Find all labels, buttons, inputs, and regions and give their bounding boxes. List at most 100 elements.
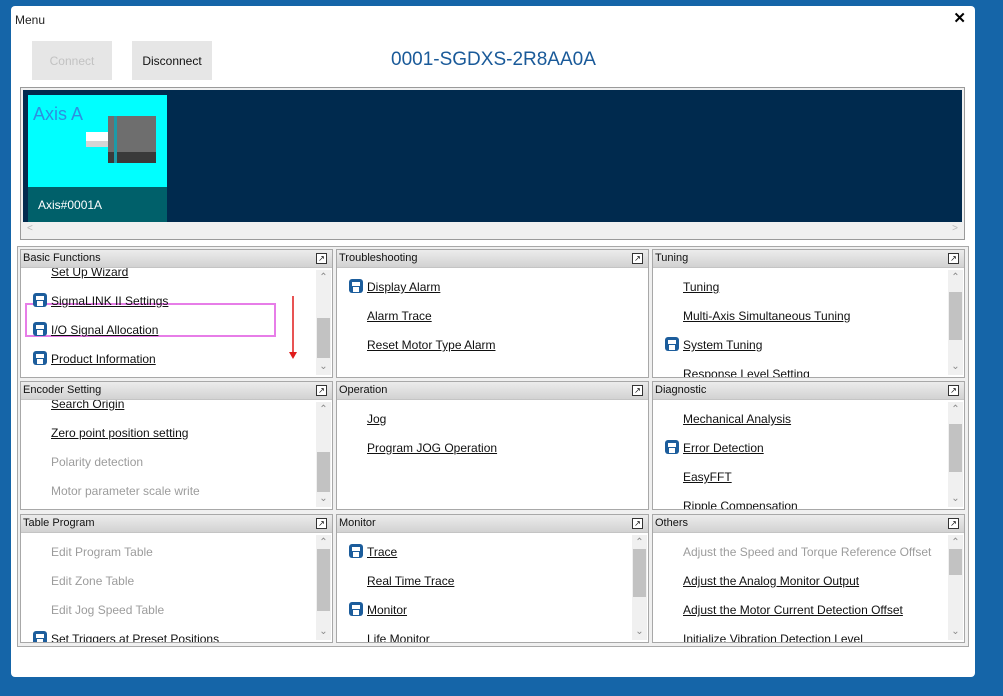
menu-item-reset-motor-type-alarm[interactable]: Reset Motor Type Alarm xyxy=(367,338,496,352)
expand-icon[interactable]: ↗ xyxy=(316,518,327,529)
menu-item-trace[interactable]: Trace xyxy=(349,544,397,559)
menu-item-edit-zone-table[interactable]: Edit Zone Table xyxy=(51,574,134,588)
device-name: 0001-SGDXS-2R8AA0A xyxy=(391,49,596,70)
menu-item-monitor[interactable]: Monitor xyxy=(349,602,408,617)
scroll-down-icon[interactable]: ⌄ xyxy=(316,493,331,505)
scroll-up-icon[interactable]: ⌃ xyxy=(316,537,331,549)
scroll-thumb[interactable] xyxy=(317,452,330,492)
axis-panel: Axis A Axis#0001A < > xyxy=(20,87,965,240)
menu-item-product-information[interactable]: Product Information xyxy=(33,351,156,366)
axis-card[interactable]: Axis A Axis#0001A xyxy=(28,95,167,222)
axis-area: Axis A Axis#0001A xyxy=(23,90,962,222)
scroll-thumb[interactable] xyxy=(949,292,962,340)
expand-icon[interactable]: ↗ xyxy=(948,518,959,529)
menu-item-adjust-speed-torque-offset[interactable]: Adjust the Speed and Torque Reference Of… xyxy=(683,545,931,559)
expand-icon[interactable]: ↗ xyxy=(632,253,643,264)
expand-icon[interactable]: ↗ xyxy=(948,385,959,396)
vertical-scrollbar[interactable]: ⌃ ⌄ xyxy=(948,402,963,507)
menu-item-motor-parameter-scale-write[interactable]: Motor parameter scale write xyxy=(51,484,200,498)
vertical-scrollbar[interactable]: ⌃ ⌄ xyxy=(316,270,331,375)
menu-item-set-triggers[interactable]: Set Triggers at Preset Positions xyxy=(33,631,220,642)
panel-diagnostic: Diagnostic ↗ Mechanical Analysis Error De… xyxy=(652,381,965,510)
menu-item-zero-point-position[interactable]: Zero point position setting xyxy=(51,426,188,440)
menu-item-search-origin[interactable]: Search Origin xyxy=(51,400,124,411)
scroll-thumb[interactable] xyxy=(949,549,962,575)
menu-item-display-alarm[interactable]: Display Alarm xyxy=(349,279,440,294)
scroll-down-icon[interactable]: ⌄ xyxy=(948,493,963,505)
menu-item-easyfft[interactable]: EasyFFT xyxy=(683,470,732,484)
scroll-left-icon[interactable]: < xyxy=(27,223,33,234)
menu-item-io-signal-allocation[interactable]: I/O Signal Allocation xyxy=(33,322,159,337)
menu-item-alarm-trace[interactable]: Alarm Trace xyxy=(367,309,432,323)
expand-icon[interactable]: ↗ xyxy=(316,253,327,264)
vertical-scrollbar[interactable]: ⌃ ⌄ xyxy=(948,270,963,375)
scroll-down-icon[interactable]: ⌄ xyxy=(948,361,963,373)
menu-item-life-monitor[interactable]: Life Monitor xyxy=(367,632,430,642)
vertical-scrollbar[interactable]: ⌃ ⌄ xyxy=(316,402,331,507)
scroll-down-icon[interactable]: ⌄ xyxy=(948,626,963,638)
panel-title: Troubleshooting xyxy=(339,252,418,264)
menu-item-adjust-motor-current-offset[interactable]: Adjust the Motor Current Detection Offse… xyxy=(683,603,903,617)
menu-item-response-level-setting[interactable]: Response Level Setting xyxy=(683,367,810,377)
menu-item-tuning[interactable]: Tuning xyxy=(683,280,719,294)
menu-item-label: Set Triggers at Preset Positions xyxy=(51,632,220,642)
vertical-scrollbar[interactable]: ⌃ ⌄ xyxy=(632,535,647,640)
menu-item-error-detection[interactable]: Error Detection xyxy=(665,440,764,455)
scroll-thumb[interactable] xyxy=(949,424,962,472)
menu-item-multi-axis-tuning[interactable]: Multi-Axis Simultaneous Tuning xyxy=(683,309,850,323)
scroll-thumb[interactable] xyxy=(317,549,330,611)
servo-motor-icon xyxy=(86,116,156,163)
scroll-right-icon[interactable]: > xyxy=(952,223,958,234)
menu-item-label: I/O Signal Allocation xyxy=(51,323,159,337)
panel-title: Basic Functions xyxy=(23,252,101,264)
menu-item-edit-program-table[interactable]: Edit Program Table xyxy=(51,545,153,559)
panel-troubleshooting: Troubleshooting ↗ Display Alarm Alarm Tra… xyxy=(336,249,649,378)
scroll-down-icon[interactable]: ⌄ xyxy=(316,626,331,638)
axis-horizontal-scrollbar[interactable]: < > xyxy=(23,223,962,236)
close-icon[interactable]: ✕ xyxy=(953,9,966,27)
menu-item-program-jog-operation[interactable]: Program JOG Operation xyxy=(367,441,497,455)
scroll-thumb[interactable] xyxy=(317,318,330,358)
panel-title: Tuning xyxy=(655,252,689,264)
padlock-icon xyxy=(33,322,47,336)
expand-icon[interactable]: ↗ xyxy=(632,518,643,529)
menu-item-edit-jog-speed-table[interactable]: Edit Jog Speed Table xyxy=(51,603,164,617)
menu-item-mechanical-analysis[interactable]: Mechanical Analysis xyxy=(683,412,791,426)
menu-item-ripple-compensation[interactable]: Ripple Compensation xyxy=(683,499,798,509)
panel-header: Encoder Setting ↗ xyxy=(21,382,332,400)
connect-button[interactable]: Connect xyxy=(32,41,112,80)
panel-header: Table Program ↗ xyxy=(21,515,332,533)
arrow-down-icon xyxy=(289,296,297,359)
scroll-up-icon[interactable]: ⌃ xyxy=(948,404,963,416)
vertical-scrollbar[interactable]: ⌃ ⌄ xyxy=(316,535,331,640)
menu-item-set-up-wizard[interactable]: Set Up Wizard xyxy=(51,268,128,279)
panel-operation: Operation ↗ Jog Program JOG Operation xyxy=(336,381,649,510)
menu-item-system-tuning[interactable]: System Tuning xyxy=(665,337,762,352)
menu-item-label: Monitor xyxy=(367,603,408,617)
menu-item-real-time-trace[interactable]: Real Time Trace xyxy=(367,574,454,588)
scroll-thumb[interactable] xyxy=(633,549,646,597)
expand-icon[interactable]: ↗ xyxy=(948,253,959,264)
expand-icon[interactable]: ↗ xyxy=(632,385,643,396)
scroll-up-icon[interactable]: ⌃ xyxy=(316,272,331,284)
menu-item-jog[interactable]: Jog xyxy=(367,412,386,426)
panel-body: Display Alarm Alarm Trace Reset Motor Ty… xyxy=(337,268,648,377)
scroll-up-icon[interactable]: ⌃ xyxy=(316,404,331,416)
menu-item-polarity-detection[interactable]: Polarity detection xyxy=(51,455,143,469)
scroll-up-icon[interactable]: ⌃ xyxy=(948,537,963,549)
expand-icon[interactable]: ↗ xyxy=(316,385,327,396)
panel-body: Tuning Multi-Axis Simultaneous Tuning Sy… xyxy=(653,268,947,377)
scroll-down-icon[interactable]: ⌄ xyxy=(632,626,647,638)
disconnect-button[interactable]: Disconnect xyxy=(132,41,212,80)
scroll-up-icon[interactable]: ⌃ xyxy=(948,272,963,284)
panel-title: Encoder Setting xyxy=(23,384,102,396)
vertical-scrollbar[interactable]: ⌃ ⌄ xyxy=(948,535,963,640)
menu-item-initialize-vibration-detection[interactable]: Initialize Vibration Detection Level xyxy=(683,632,863,642)
scroll-up-icon[interactable]: ⌃ xyxy=(632,537,647,549)
menu-item-label: Product Information xyxy=(51,352,156,366)
menu-item-adjust-analog-monitor-output[interactable]: Adjust the Analog Monitor Output xyxy=(683,574,859,588)
panel-monitor: Monitor ↗ Trace Real Time Trace Monitor L… xyxy=(336,514,649,643)
scroll-down-icon[interactable]: ⌄ xyxy=(316,361,331,373)
panel-title: Diagnostic xyxy=(655,384,707,396)
menu-item-sigmalink-settings[interactable]: SigmaLINK II Settings xyxy=(33,293,168,308)
